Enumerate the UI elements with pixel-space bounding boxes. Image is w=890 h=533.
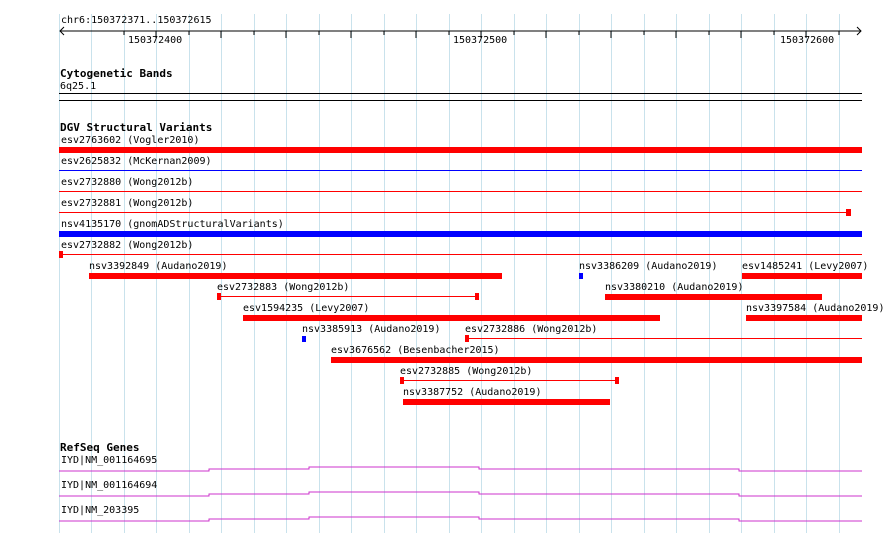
- variant-end-marker: [475, 293, 479, 300]
- variant-bar[interactable]: [605, 294, 822, 300]
- feature-label[interactable]: nsv3397584 (Audano2019): [746, 303, 884, 314]
- variant-end-marker: [846, 209, 851, 216]
- gene-model[interactable]: [59, 463, 863, 473]
- feature-label[interactable]: nsv3385913 (Audano2019): [302, 324, 440, 335]
- variant-bar[interactable]: [302, 336, 306, 342]
- ruler-tick-label: 150372500: [453, 35, 508, 46]
- cytoband-label[interactable]: 6q25.1: [60, 81, 96, 92]
- feature-label[interactable]: nsv3386209 (Audano2019): [579, 261, 717, 272]
- variant-end-marker: [465, 335, 469, 342]
- feature-label[interactable]: esv2732885 (Wong2012b): [400, 366, 532, 377]
- cytoband-bar-top[interactable]: [59, 93, 862, 94]
- track-title-dgv-structural-variants[interactable]: DGV Structural Variants: [60, 122, 212, 134]
- variant-bar[interactable]: [746, 315, 862, 321]
- cytoband-bar-bottom[interactable]: [59, 100, 862, 101]
- variant-end-marker: [59, 251, 63, 258]
- grid-line: [514, 14, 515, 533]
- variant-end-marker: [615, 377, 619, 384]
- grid-line: [709, 14, 710, 533]
- feature-label[interactable]: esv2625832 (McKernan2009): [61, 156, 212, 167]
- variant-end-marker: [400, 377, 404, 384]
- variant-bar[interactable]: [742, 273, 862, 279]
- gene-model[interactable]: [59, 513, 863, 523]
- feature-label[interactable]: nsv3380210 (Audano2019): [605, 282, 743, 293]
- feature-label[interactable]: esv2732886 (Wong2012b): [465, 324, 597, 335]
- track-title-cytogenetic-bands[interactable]: Cytogenetic Bands: [60, 68, 173, 80]
- feature-label[interactable]: nsv4135170 (gnomADStructuralVariants): [61, 219, 284, 230]
- ruler-tick-label: 150372600: [780, 35, 835, 46]
- feature-label[interactable]: esv2732882 (Wong2012b): [61, 240, 193, 251]
- variant-bar[interactable]: [400, 380, 619, 381]
- variant-bar[interactable]: [243, 315, 660, 321]
- grid-line: [546, 14, 547, 533]
- variant-bar[interactable]: [579, 273, 583, 279]
- ruler-tick-label: 150372400: [128, 35, 183, 46]
- variant-bar[interactable]: [59, 231, 862, 237]
- variant-end-marker: [217, 293, 221, 300]
- variant-bar[interactable]: [403, 399, 610, 405]
- feature-label[interactable]: esv3676562 (Besenbacher2015): [331, 345, 500, 356]
- variant-bar[interactable]: [59, 191, 862, 192]
- feature-label[interactable]: esv2732880 (Wong2012b): [61, 177, 193, 188]
- gene-model[interactable]: [59, 488, 863, 498]
- variant-bar[interactable]: [59, 147, 862, 153]
- track-title-refseq-genes[interactable]: RefSeq Genes: [60, 442, 139, 454]
- feature-label[interactable]: esv2763602 (Vogler2010): [61, 135, 199, 146]
- feature-label[interactable]: esv2732881 (Wong2012b): [61, 198, 193, 209]
- variant-bar[interactable]: [89, 273, 502, 279]
- feature-label[interactable]: nsv3392849 (Audano2019): [89, 261, 227, 272]
- grid-line: [676, 14, 677, 533]
- variant-bar[interactable]: [217, 296, 478, 297]
- grid-line: [611, 14, 612, 533]
- variant-bar[interactable]: [61, 254, 862, 255]
- ruler-location: chr6:150372371..150372615: [61, 15, 212, 26]
- feature-label[interactable]: esv2732883 (Wong2012b): [217, 282, 349, 293]
- variant-bar[interactable]: [59, 170, 862, 171]
- genome-browser-panel: chr6:150372371..150372615 150372400 1503…: [0, 0, 890, 533]
- feature-label[interactable]: nsv3387752 (Audano2019): [403, 387, 541, 398]
- variant-bar[interactable]: [331, 357, 862, 363]
- feature-label[interactable]: esv1485241 (Levy2007): [742, 261, 868, 272]
- grid-line: [644, 14, 645, 533]
- variant-bar[interactable]: [59, 212, 849, 213]
- feature-label[interactable]: esv1594235 (Levy2007): [243, 303, 369, 314]
- variant-bar[interactable]: [465, 338, 862, 339]
